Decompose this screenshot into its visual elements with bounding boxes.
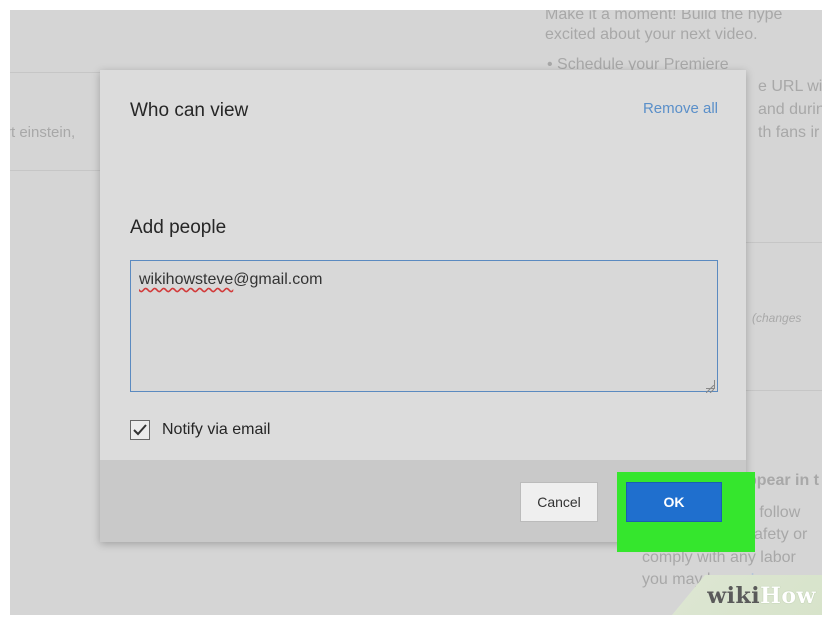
bg-divider (746, 242, 822, 243)
resize-grip-icon (705, 384, 715, 394)
bg-divider (746, 390, 822, 391)
dialog-title: Who can view (130, 100, 249, 121)
ok-button[interactable]: OK (626, 482, 722, 522)
wikihow-logo: wikiHow (707, 583, 816, 609)
wikihow-logo-wiki: wiki (707, 583, 761, 609)
bg-text-line: e URL wit (758, 78, 822, 95)
checkmark-icon (133, 424, 147, 436)
bg-divider (10, 72, 100, 73)
email-domain: @gmail.com (233, 271, 323, 288)
resize-handle[interactable] (705, 380, 715, 394)
bg-text-line: th fans ir (758, 124, 820, 141)
bg-text-line: safety or (746, 526, 808, 543)
bg-text-line: ppear in t (747, 472, 820, 489)
bg-text-line: (changes (752, 311, 802, 325)
remove-all-link[interactable]: Remove all (643, 100, 718, 117)
who-can-view-dialog: Who can view Remove all Add people wikih… (100, 70, 755, 552)
email-local-part: wikihowsteve (139, 271, 234, 288)
bg-divider (10, 170, 100, 171)
notify-label: Notify via email (162, 421, 271, 438)
add-people-textarea[interactable]: wikihowsteve@gmail.com (130, 260, 718, 394)
add-people-label: Add people (130, 217, 227, 238)
bg-text-line: excited about your next video. (545, 26, 758, 43)
page-background: Make it a moment! Build the hype excited… (10, 10, 822, 615)
notify-checkbox[interactable] (130, 420, 150, 440)
bg-left-text: rt einstein, (10, 124, 76, 141)
notify-row: Notify via email (130, 420, 270, 440)
bg-text-line: and durin (758, 101, 822, 118)
cancel-button[interactable]: Cancel (520, 482, 598, 522)
wikihow-logo-how: How (760, 583, 816, 609)
